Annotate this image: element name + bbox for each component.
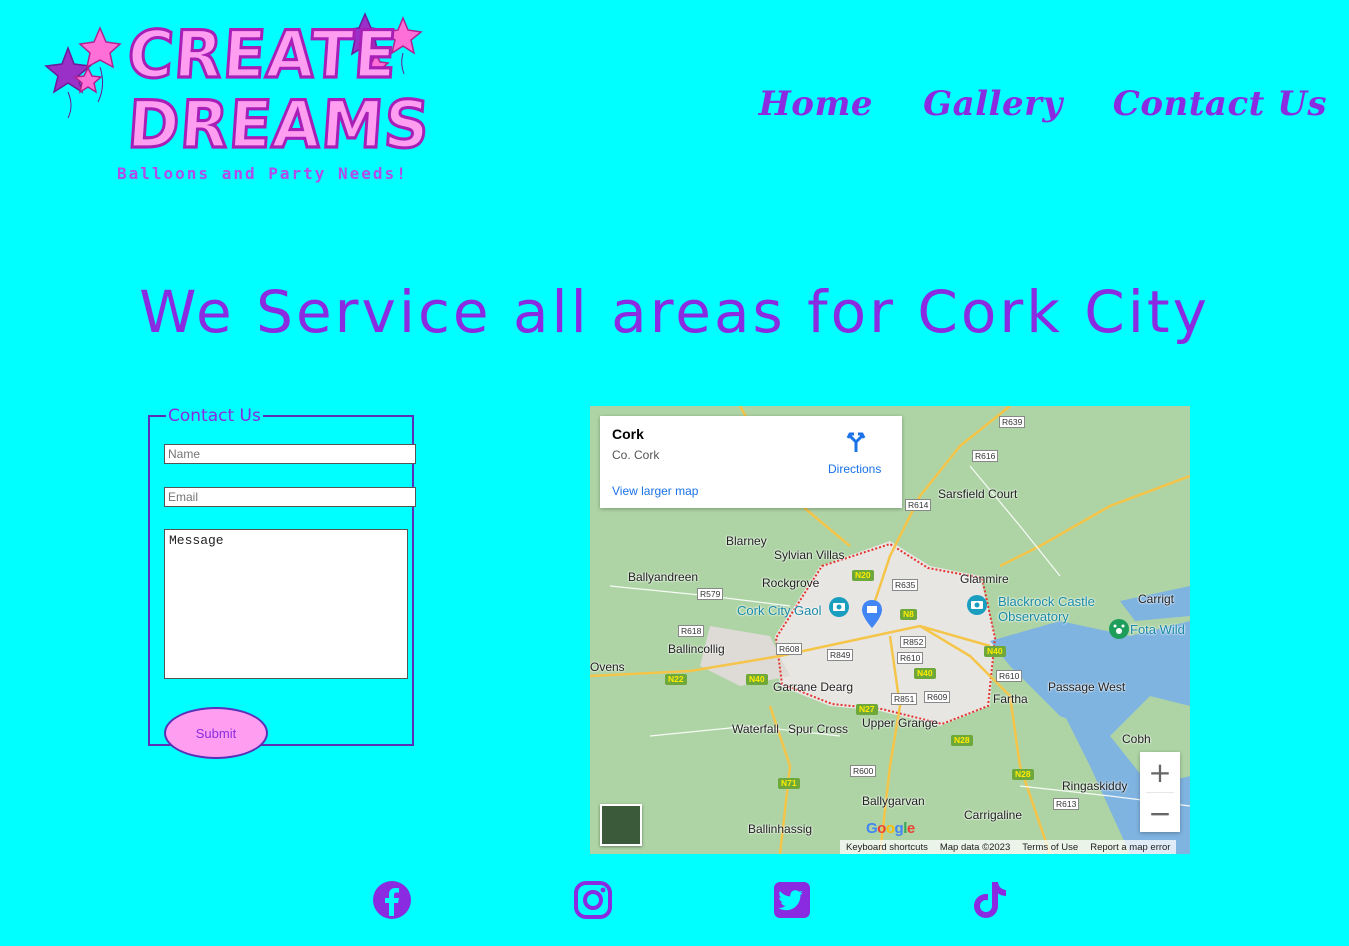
map-label-ringaskiddy: Ringaskiddy bbox=[1062, 779, 1128, 793]
nav-gallery-link[interactable]: Gallery bbox=[923, 84, 1063, 124]
national-road-sign: N8 bbox=[900, 609, 917, 620]
map-label-spur-cross: Spur Cross bbox=[788, 722, 849, 736]
logo-line-1: CREATE bbox=[124, 15, 402, 95]
road-sign: R851 bbox=[891, 693, 918, 705]
map-label-rockgrove: Rockgrove bbox=[762, 576, 820, 590]
report-map-error-link[interactable]: Report a map error bbox=[1084, 842, 1176, 853]
nav-contact-link[interactable]: Contact Us bbox=[1113, 84, 1327, 124]
road-sign: R635 bbox=[892, 579, 919, 591]
map-label-upper-grange: Upper Grange bbox=[862, 716, 939, 730]
national-road-sign: N22 bbox=[665, 674, 687, 685]
map-label-waterfall: Waterfall bbox=[732, 722, 779, 736]
map-label-passage-west: Passage West bbox=[1048, 680, 1126, 694]
contact-form: Contact Us Message Submit bbox=[148, 406, 416, 759]
map-label-garrane-dearg: Garrane Dearg bbox=[773, 680, 854, 694]
logo-tagline: Balloons and Party Needs! bbox=[117, 164, 408, 183]
map-label-glanmire: Glanmire bbox=[960, 572, 1009, 586]
road-sign: R852 bbox=[900, 636, 927, 648]
page-headline: We Service all areas for Cork City bbox=[139, 278, 1210, 346]
terms-of-use-link[interactable]: Terms of Use bbox=[1016, 842, 1084, 853]
zoom-control: + − bbox=[1140, 752, 1180, 832]
instagram-icon[interactable] bbox=[571, 878, 615, 922]
map-label-fota-wild: Fota Wild bbox=[1130, 622, 1185, 637]
main-nav: Home Gallery Contact Us bbox=[759, 84, 1327, 124]
national-road-sign: N40 bbox=[914, 668, 936, 679]
tiktok-icon[interactable] bbox=[968, 878, 1012, 922]
camera-poi-icon bbox=[829, 597, 849, 617]
contact-form-legend: Contact Us bbox=[168, 406, 261, 426]
satellite-toggle-button[interactable] bbox=[600, 804, 642, 846]
map-label-ballygarvan: Ballygarvan bbox=[862, 794, 925, 808]
nav-home-link[interactable]: Home bbox=[759, 84, 873, 124]
national-road-sign: N27 bbox=[856, 704, 878, 715]
keyboard-shortcuts-link[interactable]: Keyboard shortcuts bbox=[840, 842, 934, 853]
name-input[interactable] bbox=[164, 444, 416, 464]
road-sign: R613 bbox=[1053, 798, 1080, 810]
view-larger-map-link[interactable]: View larger map bbox=[612, 484, 698, 498]
national-road-sign: N20 bbox=[852, 570, 874, 581]
zoom-in-button[interactable]: + bbox=[1140, 752, 1180, 792]
twitter-icon[interactable] bbox=[770, 878, 814, 922]
shopping-poi-icon bbox=[862, 600, 882, 628]
google-logo: Google bbox=[866, 820, 915, 837]
national-road-sign: N28 bbox=[1012, 769, 1034, 780]
road-sign: R579 bbox=[697, 588, 724, 600]
road-sign: R600 bbox=[850, 765, 877, 777]
directions-link[interactable]: Directions bbox=[828, 462, 881, 476]
map-label-blarney: Blarney bbox=[726, 534, 767, 548]
map-label-observatory: Observatory bbox=[998, 609, 1069, 624]
national-road-sign: N28 bbox=[951, 735, 973, 746]
camera-poi-icon bbox=[967, 595, 987, 615]
map-label-blackrock-castle: Blackrock Castle bbox=[998, 594, 1095, 609]
national-road-sign: N40 bbox=[746, 674, 768, 685]
road-sign: R610 bbox=[897, 652, 924, 664]
road-sign: R608 bbox=[776, 643, 803, 655]
map-data-text: Map data ©2023 bbox=[939, 841, 1011, 853]
email-input[interactable] bbox=[164, 487, 416, 507]
road-sign: R849 bbox=[827, 649, 854, 661]
map-label-fartha: Fartha bbox=[993, 692, 1028, 706]
park-poi-icon bbox=[1109, 619, 1129, 639]
national-road-sign: N40 bbox=[984, 646, 1006, 657]
directions-icon[interactable] bbox=[846, 430, 866, 452]
map-label-carrigt: Carrigt bbox=[1138, 592, 1175, 606]
map-label-sylvian-villas: Sylvian Villas bbox=[774, 548, 845, 562]
zoom-out-button[interactable]: − bbox=[1140, 793, 1180, 833]
road-sign: R609 bbox=[924, 691, 951, 703]
map-label-cork-city-gaol: Cork City Gaol bbox=[737, 603, 822, 618]
road-sign: R616 bbox=[972, 450, 999, 462]
road-sign: R639 bbox=[999, 416, 1026, 428]
road-sign: R610 bbox=[996, 670, 1023, 682]
map-label-carrigaline: Carrigaline bbox=[964, 808, 1023, 822]
map-label-ballincollig: Ballincollig bbox=[668, 642, 725, 656]
national-road-sign: N71 bbox=[778, 778, 800, 789]
embedded-map[interactable]: Blarney Sylvian Villas Ballyandreen Rock… bbox=[590, 406, 1190, 854]
road-sign: R618 bbox=[678, 625, 705, 637]
logo[interactable]: CREATE DREAMS Balloons and Party Needs! bbox=[40, 6, 440, 196]
message-textarea[interactable]: Message bbox=[164, 529, 408, 679]
map-label-cobh: Cobh bbox=[1122, 732, 1151, 746]
map-label-ballinhassig: Ballinhassig bbox=[748, 822, 813, 836]
road-sign: R614 bbox=[905, 499, 932, 511]
map-label-ovens: Ovens bbox=[590, 660, 625, 674]
facebook-icon[interactable] bbox=[370, 878, 414, 922]
map-card-title: Cork bbox=[612, 426, 644, 442]
map-attribution: Keyboard shortcuts Map data ©2023 Terms … bbox=[840, 840, 1177, 854]
map-label-ballyandreen: Ballyandreen bbox=[628, 570, 699, 584]
map-info-card: Cork Co. Cork Directions View larger map bbox=[600, 416, 902, 508]
submit-button[interactable]: Submit bbox=[164, 707, 268, 759]
map-card-subtitle: Co. Cork bbox=[612, 448, 660, 462]
logo-line-2: DREAMS bbox=[124, 85, 434, 165]
map-label-sarsfield-court: Sarsfield Court bbox=[938, 487, 1018, 501]
